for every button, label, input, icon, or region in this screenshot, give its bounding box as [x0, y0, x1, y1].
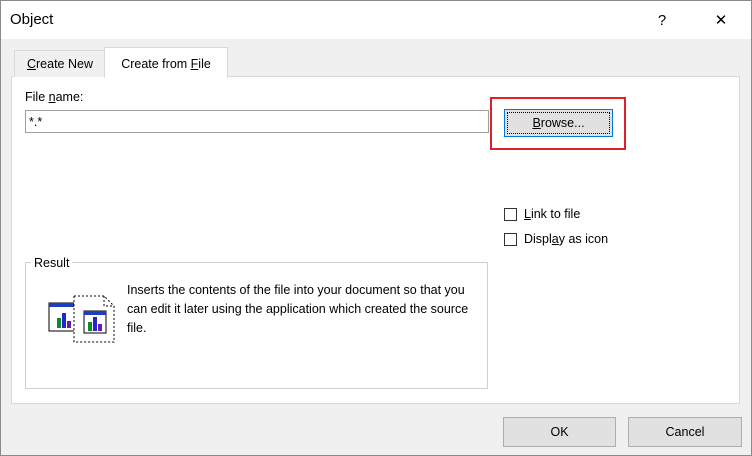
- result-legend: Result: [31, 256, 73, 270]
- title-bar: Object ? ✕: [1, 1, 751, 39]
- close-button[interactable]: ✕: [701, 5, 741, 35]
- file-name-input[interactable]: [25, 110, 489, 133]
- dialog-title: Object: [10, 11, 54, 28]
- file-name-label: File name:: [25, 90, 84, 104]
- close-icon: ✕: [714, 12, 728, 29]
- cancel-button[interactable]: Cancel: [628, 417, 742, 447]
- object-dialog: Object ? ✕ Create New Create from File F…: [0, 0, 752, 456]
- display-as-icon-checkbox[interactable]: [504, 232, 517, 246]
- tab-create-from-file[interactable]: Create from File: [104, 47, 228, 78]
- insert-object-icon: [48, 295, 116, 346]
- link-to-file-option[interactable]: Link to file: [504, 207, 580, 221]
- tab-create-new[interactable]: Create New: [14, 50, 106, 77]
- browse-button[interactable]: Browse...: [504, 109, 613, 137]
- display-as-icon-option[interactable]: Display as icon: [504, 232, 608, 246]
- help-icon: ?: [657, 11, 667, 29]
- link-to-file-label: Link to file: [524, 207, 581, 221]
- link-to-file-checkbox[interactable]: [504, 207, 517, 221]
- ok-button[interactable]: OK: [503, 417, 616, 447]
- display-as-icon-label: Display as icon: [524, 232, 609, 246]
- result-description: Inserts the contents of the file into yo…: [127, 283, 469, 335]
- help-button[interactable]: ?: [642, 5, 682, 35]
